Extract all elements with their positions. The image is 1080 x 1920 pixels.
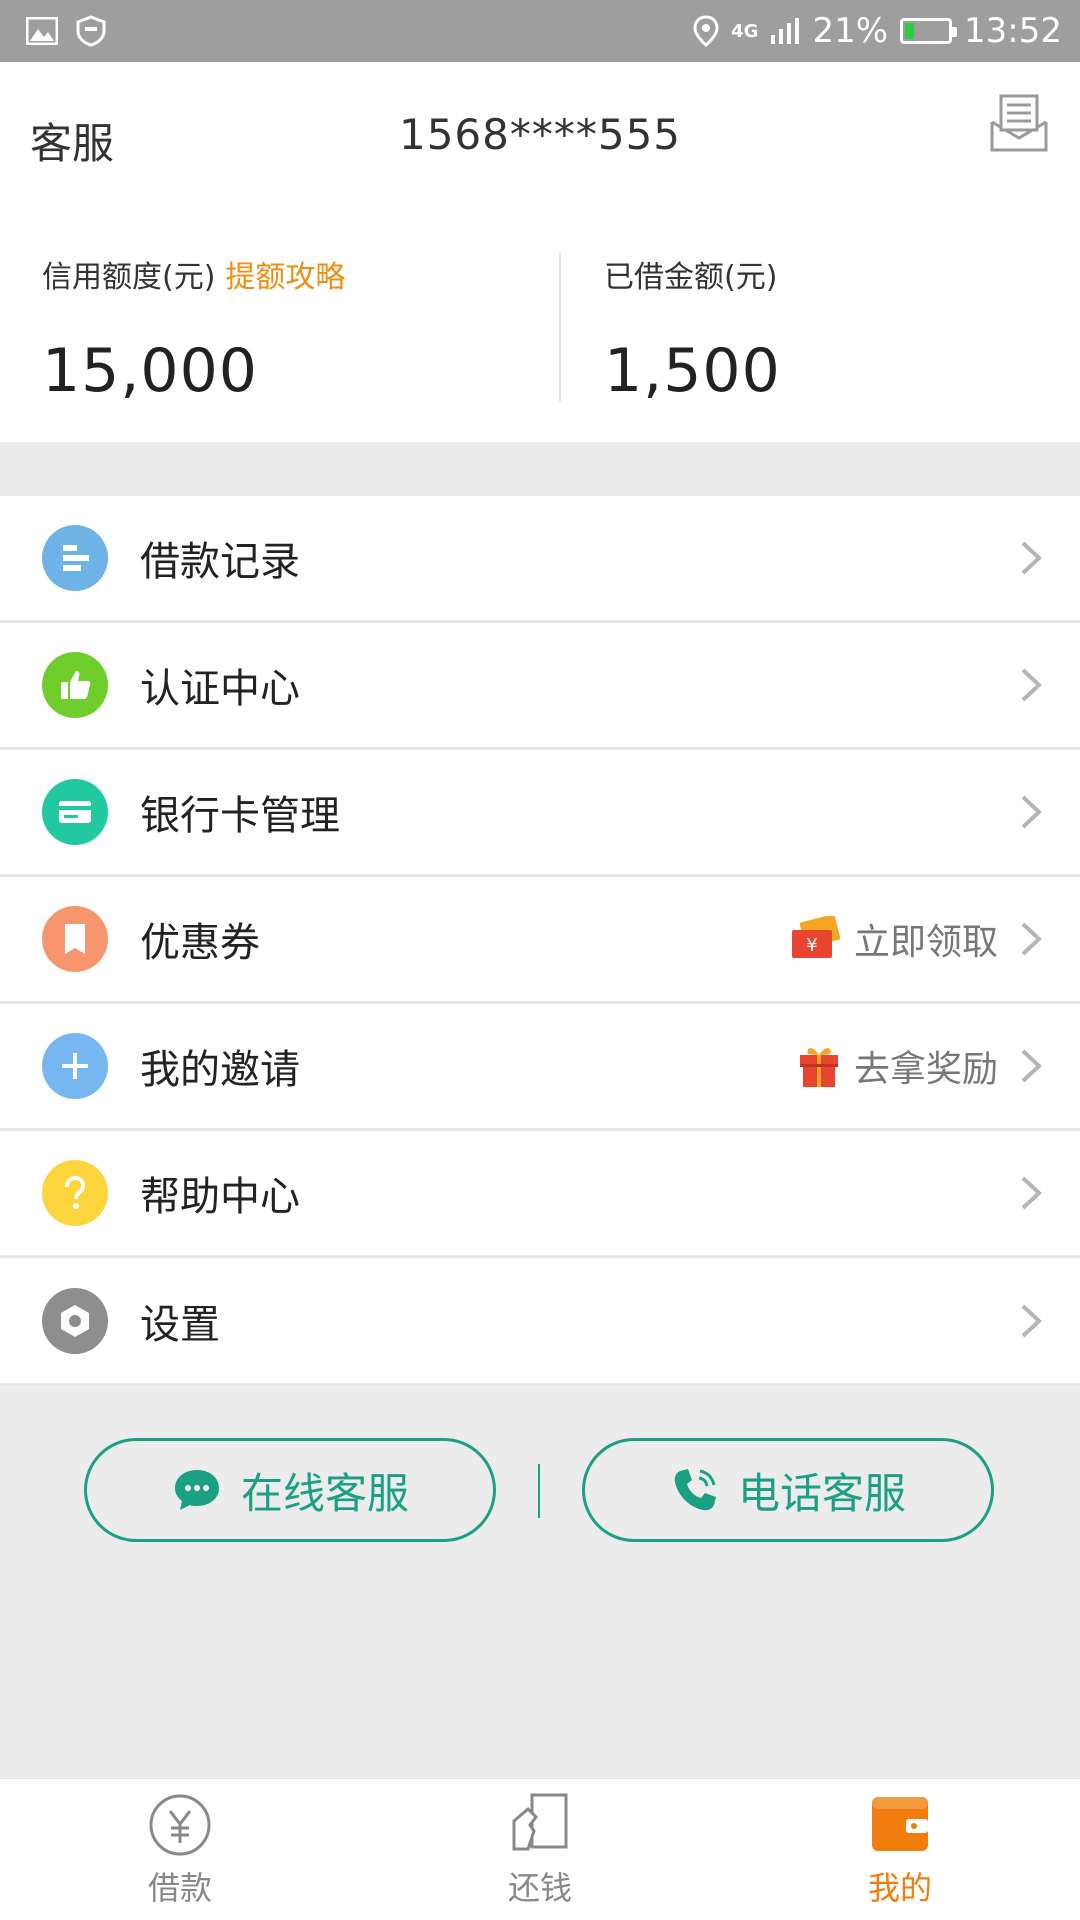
chat-bubble-icon <box>174 1470 219 1510</box>
tab-label: 我的 <box>867 1868 932 1907</box>
menu-list: 借款记录 认证中心 银行卡管理 优惠券 ¥ 立即领取 我的邀请 去拿奖励 帮助中… <box>0 496 1080 1385</box>
menu-item-label: 我的邀请 <box>140 1047 300 1093</box>
borrowed-value: 1,500 <box>604 336 781 406</box>
tab-mine[interactable]: 我的 <box>720 1779 1080 1920</box>
menu-item-label: 认证中心 <box>140 666 300 712</box>
question-icon <box>42 1160 108 1226</box>
borrowed-block: 已借金额(元) 1,500 <box>604 252 781 406</box>
claim-now-text: 立即领取 <box>853 922 998 963</box>
tab-repay[interactable]: 还钱 <box>360 1779 720 1920</box>
bottom-nav: 借款 还钱 我的 <box>0 1778 1080 1920</box>
stats-divider <box>559 252 561 402</box>
image-icon <box>26 17 58 45</box>
menu-item-bank-cards[interactable]: 银行卡管理 <box>0 750 1080 877</box>
get-reward-link[interactable]: 去拿奖励 <box>796 1040 998 1092</box>
menu-item-label: 银行卡管理 <box>140 793 340 839</box>
list-icon <box>42 525 108 591</box>
claim-now-link[interactable]: ¥ 立即领取 <box>788 913 998 965</box>
borrowed-label: 已借金额(元) <box>604 260 778 295</box>
clock: 13:52 <box>964 11 1062 51</box>
phone-service-label: 电话客服 <box>737 1468 906 1518</box>
battery-icon <box>900 18 958 44</box>
online-service-button[interactable]: 在线客服 <box>84 1438 496 1542</box>
phone-number: 1568****555 <box>398 110 682 159</box>
gear-icon <box>42 1287 108 1354</box>
menu-item-label: 帮助中心 <box>140 1174 300 1220</box>
menu-item-my-invites[interactable]: 我的邀请 去拿奖励 <box>0 1004 1080 1131</box>
get-reward-text: 去拿奖励 <box>853 1049 998 1090</box>
location-icon <box>693 15 719 47</box>
plus-icon <box>42 1033 108 1099</box>
chevron-right-icon <box>1021 922 1042 956</box>
chevron-right-icon <box>1021 1304 1042 1337</box>
wallet-icon <box>872 1796 928 1851</box>
chevron-right-icon <box>1021 541 1042 575</box>
service-divider <box>538 1464 540 1518</box>
thumb-up-icon <box>42 652 108 718</box>
status-bar: 4G 21% 13:52 <box>0 0 1080 62</box>
gift-icon <box>799 1048 838 1087</box>
chevron-right-icon <box>1021 668 1042 702</box>
card-icon <box>42 779 108 845</box>
chevron-right-icon <box>1021 1049 1042 1083</box>
menu-item-label: 借款记录 <box>140 539 300 585</box>
account-header: 客服 1568****555 信用额度(元) 提额攻略 15,000 已借金额(元… <box>0 62 1080 442</box>
chevron-right-icon <box>1021 1176 1042 1210</box>
network-type: 4G <box>731 20 759 42</box>
credit-limit-value: 15,000 <box>42 336 258 406</box>
menu-item-help-center[interactable]: 帮助中心 <box>0 1131 1080 1258</box>
phone-service-button[interactable]: 电话客服 <box>582 1438 994 1542</box>
tab-label: 还钱 <box>507 1868 572 1907</box>
raise-limit-link[interactable]: 提额攻略 <box>225 260 345 295</box>
menu-item-label: 优惠券 <box>140 920 260 966</box>
svg-text:¥: ¥ <box>806 935 817 956</box>
battery-percent: 21% <box>812 11 889 51</box>
repay-icon <box>512 1793 568 1850</box>
credit-limit-label: 信用额度(元) <box>42 260 216 295</box>
battery-level <box>905 23 914 39</box>
ticket-icon: ¥ <box>791 916 841 958</box>
phone-icon <box>674 1469 716 1511</box>
menu-item-loan-records[interactable]: 借款记录 <box>0 496 1080 623</box>
menu-item-settings[interactable]: 设置 <box>0 1258 1080 1385</box>
menu-item-label: 设置 <box>140 1301 220 1348</box>
tab-loan[interactable]: 借款 <box>0 1779 360 1920</box>
credit-limit-block: 信用额度(元) 提额攻略 15,000 <box>42 252 345 406</box>
customer-service-row: 在线客服 电话客服 <box>0 1438 1080 1544</box>
menu-item-verification-center[interactable]: 认证中心 <box>0 623 1080 750</box>
shield-icon <box>76 15 106 47</box>
tab-label: 借款 <box>147 1868 212 1907</box>
menu-item-coupons[interactable]: 优惠券 ¥ 立即领取 <box>0 877 1080 1004</box>
signal-icon <box>771 18 800 44</box>
yen-icon <box>149 1794 211 1855</box>
coupon-icon <box>42 906 108 972</box>
online-service-label: 在线客服 <box>240 1468 409 1518</box>
mailbox-icon[interactable] <box>988 92 1050 154</box>
chevron-right-icon <box>1021 795 1042 829</box>
